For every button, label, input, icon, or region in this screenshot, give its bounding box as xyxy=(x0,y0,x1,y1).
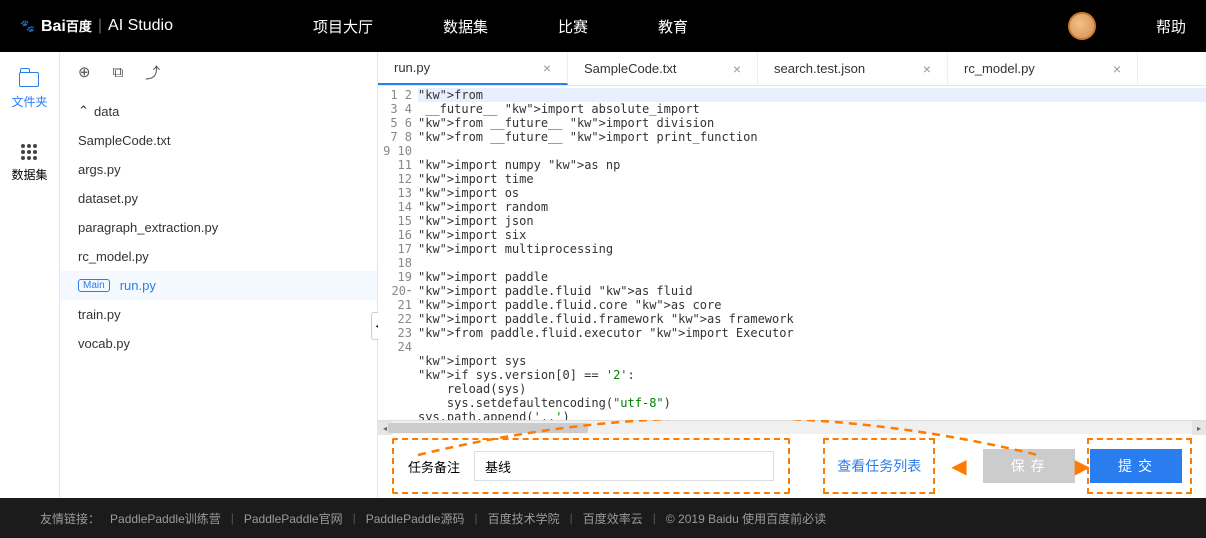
editor-area: ◂ run.py× SampleCode.txt× search.test.js… xyxy=(378,52,1206,498)
new-file-icon[interactable]: ⊕ xyxy=(78,63,91,81)
footer-link[interactable]: PaddlePaddle官网 xyxy=(244,510,343,527)
arrow-right-icon: ▶ xyxy=(1075,454,1090,479)
top-nav: 🐾 Bai百度 | AI Studio 项目大厅 数据集 比赛 教育 帮助 xyxy=(0,0,1206,52)
view-tasks-link[interactable]: 查看任务列表 xyxy=(837,456,921,476)
tree-file[interactable]: rc_model.py xyxy=(60,242,377,271)
tree-file[interactable]: SampleCode.txt xyxy=(60,126,377,155)
code-content[interactable]: "kw">from __future__ "kw">import absolut… xyxy=(418,86,1206,420)
nav-help[interactable]: 帮助 xyxy=(1156,16,1186,37)
tab-rc-model[interactable]: rc_model.py× xyxy=(948,52,1138,85)
folder-icon xyxy=(19,72,39,87)
main-badge: Main xyxy=(78,279,110,292)
tree-file[interactable]: args.py xyxy=(60,155,377,184)
rail-dataset[interactable]: 数据集 xyxy=(11,144,47,183)
close-icon[interactable]: × xyxy=(1113,61,1121,77)
horizontal-scrollbar[interactable]: ◂ ▸ xyxy=(378,420,1206,434)
footer-link[interactable]: PaddlePaddle训练营 xyxy=(110,510,221,527)
logo[interactable]: 🐾 Bai百度 | AI Studio xyxy=(20,16,173,36)
nav-item-edu[interactable]: 教育 xyxy=(658,16,688,37)
footer-link[interactable]: PaddlePaddle源码 xyxy=(366,510,465,527)
dataset-icon xyxy=(21,144,37,160)
submit-box: ▶ 提交 xyxy=(1087,438,1192,494)
file-sidebar: ⊕ ⧉ ⤴ ⌃data SampleCode.txt args.py datas… xyxy=(60,52,378,498)
nav-item-dataset[interactable]: 数据集 xyxy=(443,16,488,37)
sidebar-toolbar: ⊕ ⧉ ⤴ xyxy=(60,52,377,92)
nav-items: 项目大厅 数据集 比赛 教育 xyxy=(313,16,688,37)
footer-link[interactable]: 百度效率云 xyxy=(583,510,643,527)
chevron-down-icon: ⌃ xyxy=(78,103,88,119)
editor-tabs: run.py× SampleCode.txt× search.test.json… xyxy=(378,52,1206,86)
view-tasks-box: 查看任务列表 xyxy=(823,438,935,494)
avatar[interactable] xyxy=(1068,12,1096,40)
footer-copyright: © 2019 Baidu 使用百度前必读 xyxy=(666,510,826,527)
close-icon[interactable]: × xyxy=(923,61,931,77)
file-tree: ⌃data SampleCode.txt args.py dataset.py … xyxy=(60,92,377,362)
code-editor[interactable]: 1 2 3 4 5 6 7 8 9 10 11 12 13 14 15 16 1… xyxy=(378,86,1206,420)
new-folder-icon[interactable]: ⧉ xyxy=(113,64,124,81)
tab-search-json[interactable]: search.test.json× xyxy=(758,52,948,85)
tab-samplecode[interactable]: SampleCode.txt× xyxy=(568,52,758,85)
footer: 友情链接： PaddlePaddle训练营| PaddlePaddle官网| P… xyxy=(0,498,1206,538)
close-icon[interactable]: × xyxy=(543,60,551,76)
tree-file-active[interactable]: Mainrun.py xyxy=(60,271,377,300)
save-button[interactable]: 保存 xyxy=(983,449,1075,483)
tree-file[interactable]: vocab.py xyxy=(60,329,377,358)
tree-file[interactable]: train.py xyxy=(60,300,377,329)
close-icon[interactable]: × xyxy=(733,61,741,77)
submit-button[interactable]: 提交 xyxy=(1090,449,1182,483)
tree-file[interactable]: paragraph_extraction.py xyxy=(60,213,377,242)
note-label: 任务备注 xyxy=(408,457,460,476)
rail-files[interactable]: 文件夹 xyxy=(11,72,47,110)
bottom-bar: 任务备注 查看任务列表 ◀ 保存 ▶ 提交 xyxy=(378,434,1206,498)
tree-file[interactable]: dataset.py xyxy=(60,184,377,213)
task-note-box: 任务备注 xyxy=(392,438,790,494)
footer-link[interactable]: 百度技术学院 xyxy=(488,510,560,527)
nav-item-contest[interactable]: 比赛 xyxy=(558,16,588,37)
tab-run-py[interactable]: run.py× xyxy=(378,52,568,85)
nav-item-lobby[interactable]: 项目大厅 xyxy=(313,16,373,37)
note-input[interactable] xyxy=(474,451,774,481)
tree-folder-data[interactable]: ⌃data xyxy=(60,96,377,126)
left-rail: 文件夹 数据集 xyxy=(0,52,60,498)
arrow-left-icon: ◀ xyxy=(951,454,966,479)
upload-icon[interactable]: ⤴ xyxy=(145,62,160,83)
line-gutter: 1 2 3 4 5 6 7 8 9 10 11 12 13 14 15 16 1… xyxy=(378,86,418,420)
